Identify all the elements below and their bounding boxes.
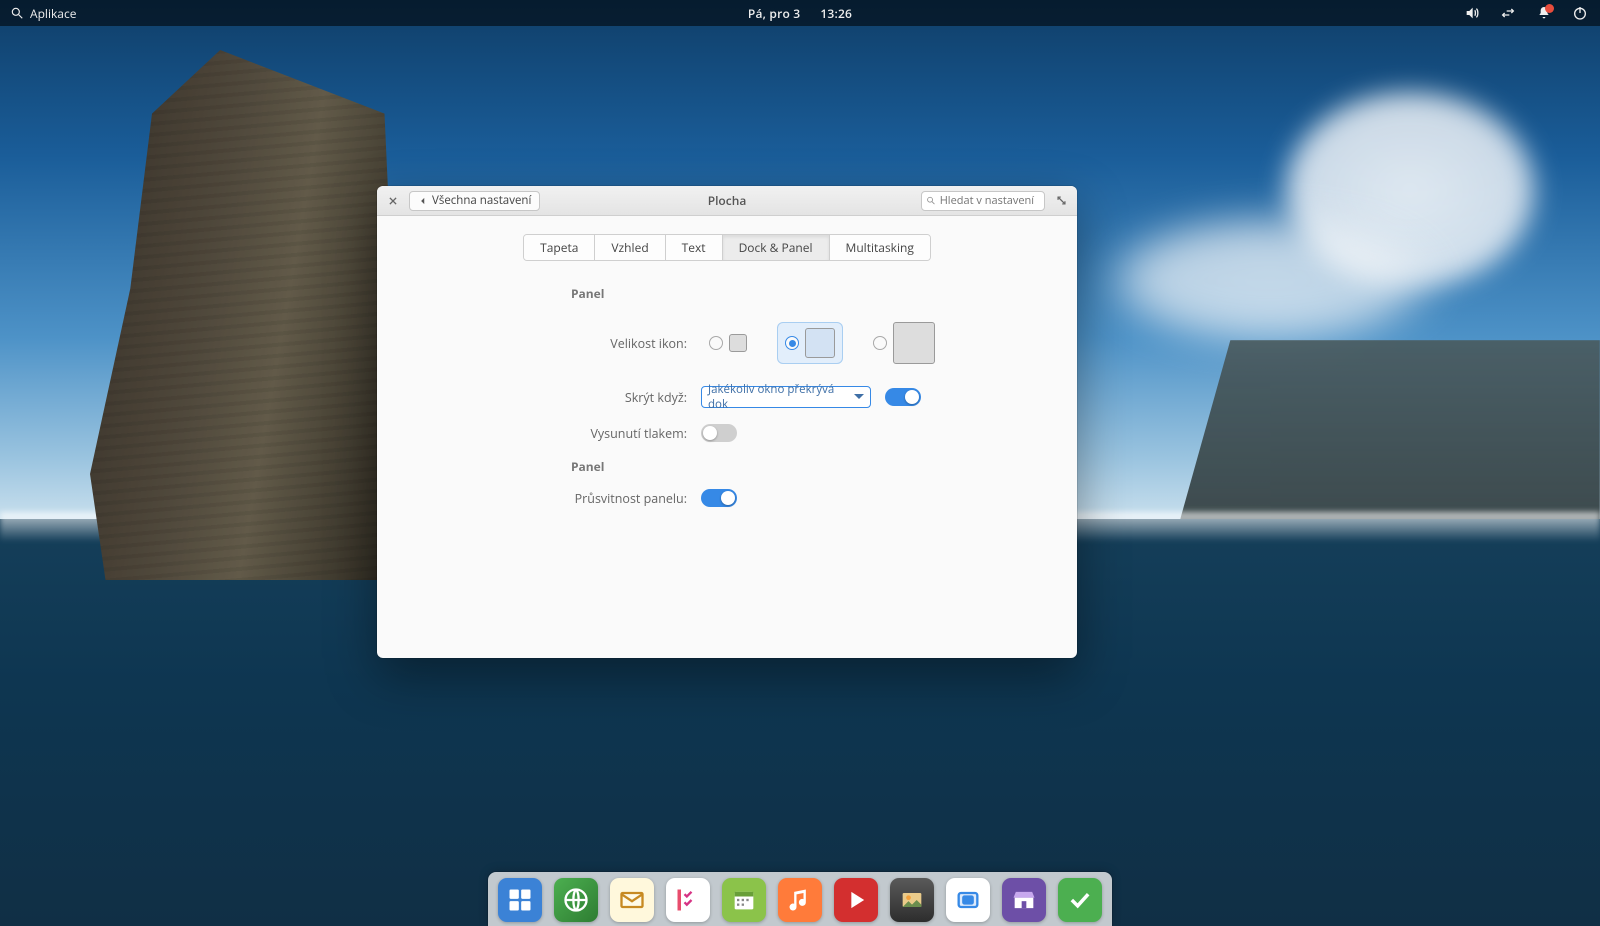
dock-tasks[interactable]	[666, 878, 710, 922]
dock-multitasking-view[interactable]	[498, 878, 542, 922]
tab-dock-panel[interactable]: Dock & Panel	[723, 235, 830, 260]
hide-mode-value: Jakékoliv okno překrývá dok	[708, 382, 854, 412]
icon-size-swatch-medium	[805, 328, 835, 358]
label-pressure-reveal: Vysunutí tlakem:	[547, 425, 687, 442]
settings-window: Všechna nastavení Plocha Tapeta Vzhled T…	[377, 186, 1077, 658]
dock-photos[interactable]	[890, 878, 934, 922]
session-indicator[interactable]	[1570, 3, 1590, 23]
radio-icon	[709, 336, 723, 350]
notification-badge	[1545, 4, 1554, 13]
globe-icon	[562, 886, 590, 914]
pressure-reveal-toggle[interactable]	[701, 424, 737, 442]
play-icon	[842, 886, 870, 914]
tab-multitasking[interactable]: Multitasking	[830, 235, 930, 260]
dock-appcenter[interactable]	[1002, 878, 1046, 922]
applications-menu[interactable]: Aplikace	[10, 5, 76, 22]
power-icon	[1572, 5, 1588, 21]
sound-indicator[interactable]	[1462, 3, 1482, 23]
network-icon	[1500, 5, 1516, 21]
settings-search-input[interactable]	[940, 193, 1040, 208]
panel-translucency-toggle[interactable]	[701, 489, 737, 507]
radio-icon	[873, 336, 887, 350]
settings-content: Panel Velikost ikon: Skrýt když:	[377, 271, 1077, 523]
applications-label: Aplikace	[30, 5, 76, 22]
network-indicator[interactable]	[1498, 3, 1518, 23]
top-panel: Aplikace Pá, pro 3 13:26	[0, 0, 1600, 26]
tasks-icon	[674, 886, 702, 914]
notifications-indicator[interactable]	[1534, 3, 1554, 23]
music-icon	[786, 886, 814, 914]
tab-text[interactable]: Text	[666, 235, 723, 260]
section-heading-panel: Panel	[571, 458, 1047, 475]
panel-time[interactable]: 13:26	[820, 5, 852, 22]
chevron-down-icon	[854, 394, 864, 404]
tab-wallpaper[interactable]: Tapeta	[524, 235, 595, 260]
icon-size-group	[701, 316, 943, 370]
hide-mode-dropdown[interactable]: Jakékoliv okno překrývá dok	[701, 386, 871, 408]
icon-size-small[interactable]	[701, 328, 755, 358]
dock-mail[interactable]	[610, 878, 654, 922]
search-icon	[10, 6, 24, 20]
window-titlebar: Všechna nastavení Plocha	[377, 186, 1077, 216]
dock-calendar[interactable]	[722, 878, 766, 922]
settings-search-field[interactable]	[921, 191, 1045, 211]
workspaces-icon	[506, 886, 534, 914]
label-hide-when: Skrýt když:	[547, 389, 687, 406]
back-label: Všechna nastavení	[432, 193, 531, 208]
icon-size-medium[interactable]	[777, 322, 843, 364]
dock-music[interactable]	[778, 878, 822, 922]
icon-size-swatch-large	[893, 322, 935, 364]
window-maximize-button[interactable]	[1051, 191, 1071, 211]
dock-system-settings[interactable]	[1058, 878, 1102, 922]
dock-screenshot[interactable]	[946, 878, 990, 922]
photos-icon	[898, 886, 926, 914]
section-heading-dock: Panel	[571, 285, 1047, 302]
icon-size-large[interactable]	[865, 316, 943, 370]
close-icon	[388, 196, 398, 206]
label-panel-translucency: Průsvitnost panelu:	[547, 490, 687, 507]
screenshot-icon	[954, 886, 982, 914]
back-to-all-settings-button[interactable]: Všechna nastavení	[409, 191, 540, 211]
panel-date[interactable]: Pá, pro 3	[748, 5, 800, 22]
window-title: Plocha	[708, 192, 747, 209]
window-close-button[interactable]	[383, 191, 403, 211]
hide-mode-toggle[interactable]	[885, 388, 921, 406]
dock	[488, 872, 1112, 926]
store-icon	[1010, 886, 1038, 914]
tab-appearance[interactable]: Vzhled	[595, 235, 665, 260]
settings-tabs: Tapeta Vzhled Text Dock & Panel Multitas…	[523, 234, 931, 261]
volume-icon	[1464, 5, 1480, 21]
radio-icon	[785, 336, 799, 350]
calendar-icon	[730, 886, 758, 914]
dock-web-browser[interactable]	[554, 878, 598, 922]
check-icon	[1066, 886, 1094, 914]
search-icon	[926, 195, 936, 206]
mail-icon	[618, 886, 646, 914]
icon-size-swatch-small	[729, 334, 747, 352]
arrow-left-icon	[418, 196, 428, 206]
label-icon-size: Velikost ikon:	[547, 335, 687, 352]
dock-videos[interactable]	[834, 878, 878, 922]
maximize-icon	[1056, 195, 1067, 206]
